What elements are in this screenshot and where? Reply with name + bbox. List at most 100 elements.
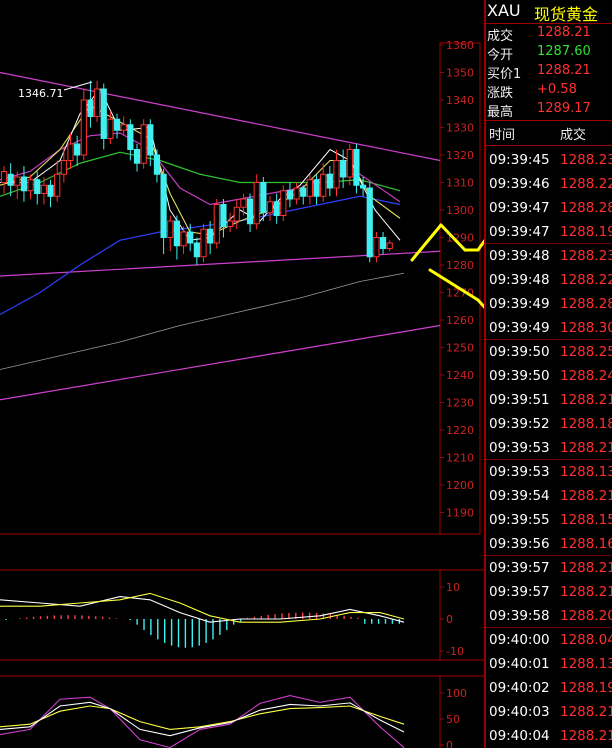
tick-price: 1288.28: [560, 296, 612, 312]
candle-body: [160, 173, 167, 238]
price-chart[interactable]: 1360135013401330132013101300129012801270…: [0, 0, 484, 748]
price-tick-label: 1210: [446, 452, 474, 465]
instrument-name: 现货黄金: [534, 5, 599, 24]
candle-body: [34, 179, 41, 194]
kdj-d-line: [0, 705, 405, 730]
tick-time: 09:39:58: [489, 608, 550, 624]
tick-price: 1288.23: [560, 152, 612, 168]
candle-body: [133, 149, 141, 164]
tick-row: 09:39:50 1288.24: [487, 365, 612, 388]
tick-time: 09:40:00: [489, 632, 550, 648]
tick-row: 09:39:47 1288.19: [487, 221, 612, 244]
stat-open: 今开 1287.60: [487, 43, 612, 63]
price-tick-label: 1280: [446, 259, 474, 272]
candle-body: [300, 187, 307, 197]
candle-body: [340, 160, 347, 178]
price-tick-label: 1320: [446, 149, 474, 162]
stat-label: 最高: [487, 105, 514, 120]
candle-body: [266, 201, 274, 214]
candle-body: [173, 220, 181, 247]
candle-body: [120, 124, 127, 131]
candle-body: [253, 182, 260, 225]
stat-high: 最高 1289.17: [487, 100, 612, 120]
candle-body: [94, 88, 101, 117]
candle-body: [220, 204, 227, 227]
stat-label: 买价1: [487, 67, 522, 82]
tick-price: 1288.22: [560, 176, 612, 192]
tick-price: 1288.20: [560, 608, 612, 624]
candle-body: [273, 201, 280, 216]
stat-change: 涨跌 +0.58: [487, 81, 612, 101]
annotation-arrow: [410, 223, 443, 262]
tick-time: 09:39:47: [489, 224, 550, 240]
candle-body: [293, 187, 300, 200]
high-annotation: 1346.71: [18, 87, 64, 100]
candle-body: [180, 231, 187, 247]
tick-price: 1288.24: [560, 368, 612, 384]
tick-price: 1288.21: [560, 440, 612, 456]
kdj-tick-label: 100: [446, 687, 467, 700]
ma-blue-line: [0, 195, 401, 316]
stat-label: 涨跌: [487, 86, 514, 101]
candle-body: [140, 124, 147, 164]
stat-value: 1288.21: [537, 25, 591, 40]
quote-header: XAU 现货黄金: [487, 0, 612, 24]
tick-time: 09:39:45: [489, 152, 550, 168]
price-tick-label: 1260: [446, 314, 474, 327]
candle-body: [260, 182, 267, 214]
candle-body: [320, 173, 327, 197]
stat-label: 成交: [487, 29, 514, 44]
tick-row: 09:39:46 1288.22: [487, 173, 612, 196]
candle-body: [227, 220, 234, 227]
price-tick-label: 1200: [446, 479, 474, 492]
price-tick-label: 1330: [446, 122, 474, 135]
tick-row: 09:39:49 1288.28: [487, 293, 612, 316]
candle-body: [280, 190, 287, 216]
tick-row: 09:39:58 1288.20: [487, 605, 612, 628]
candle-body: [147, 124, 154, 156]
candle-body: [14, 176, 21, 186]
candle-body: [153, 154, 161, 175]
tick-row: 09:39:48 1288.22: [487, 269, 612, 292]
price-tick-label: 1310: [446, 177, 474, 190]
price-tick-label: 1250: [446, 342, 474, 355]
candle-body: [233, 206, 240, 222]
candle-body: [0, 171, 8, 183]
candle-body: [286, 190, 294, 200]
symbol-label: XAU: [487, 1, 521, 20]
ma-white-line: [0, 88, 401, 241]
tick-time: 09:39:52: [489, 416, 550, 432]
tick-time: 09:40:04: [489, 728, 550, 744]
candle-body: [373, 237, 380, 258]
candle-body: [60, 160, 67, 175]
tick-price: 1288.21: [560, 704, 612, 720]
tick-time: 09:39:50: [489, 344, 550, 360]
stat-value: 1287.60: [537, 44, 591, 59]
candle-body: [360, 184, 367, 189]
candle-body: [40, 184, 47, 194]
channel-support-line: [0, 324, 441, 401]
panel-divider: [484, 0, 486, 748]
tick-time: 09:39:48: [489, 272, 550, 288]
tick-time: 09:39:57: [489, 584, 550, 600]
candle-body: [74, 143, 81, 156]
candle-body: [113, 118, 121, 131]
tick-price: 1288.28: [560, 200, 612, 216]
tick-separator: [486, 555, 612, 556]
candle-body: [200, 228, 207, 258]
stat-value: +0.58: [537, 82, 577, 97]
tick-row: 09:39:53 1288.21: [487, 437, 612, 460]
tick-price: 1288.25: [560, 344, 612, 360]
time-column-header: 时间: [489, 128, 516, 143]
tick-time: 09:39:46: [489, 176, 550, 192]
tick-time: 09:39:57: [489, 560, 550, 576]
stat-value: 1289.17: [537, 101, 591, 116]
tick-separator: [486, 459, 612, 460]
candle-body: [240, 198, 247, 208]
tick-row: 09:39:54 1288.21: [487, 485, 612, 508]
tick-time: 09:39:56: [489, 536, 550, 552]
tick-time: 09:39:53: [489, 464, 550, 480]
price-tick-label: 1190: [446, 507, 474, 520]
tick-row: 09:39:47 1288.28: [487, 197, 612, 220]
tick-time: 09:39:49: [489, 320, 550, 336]
